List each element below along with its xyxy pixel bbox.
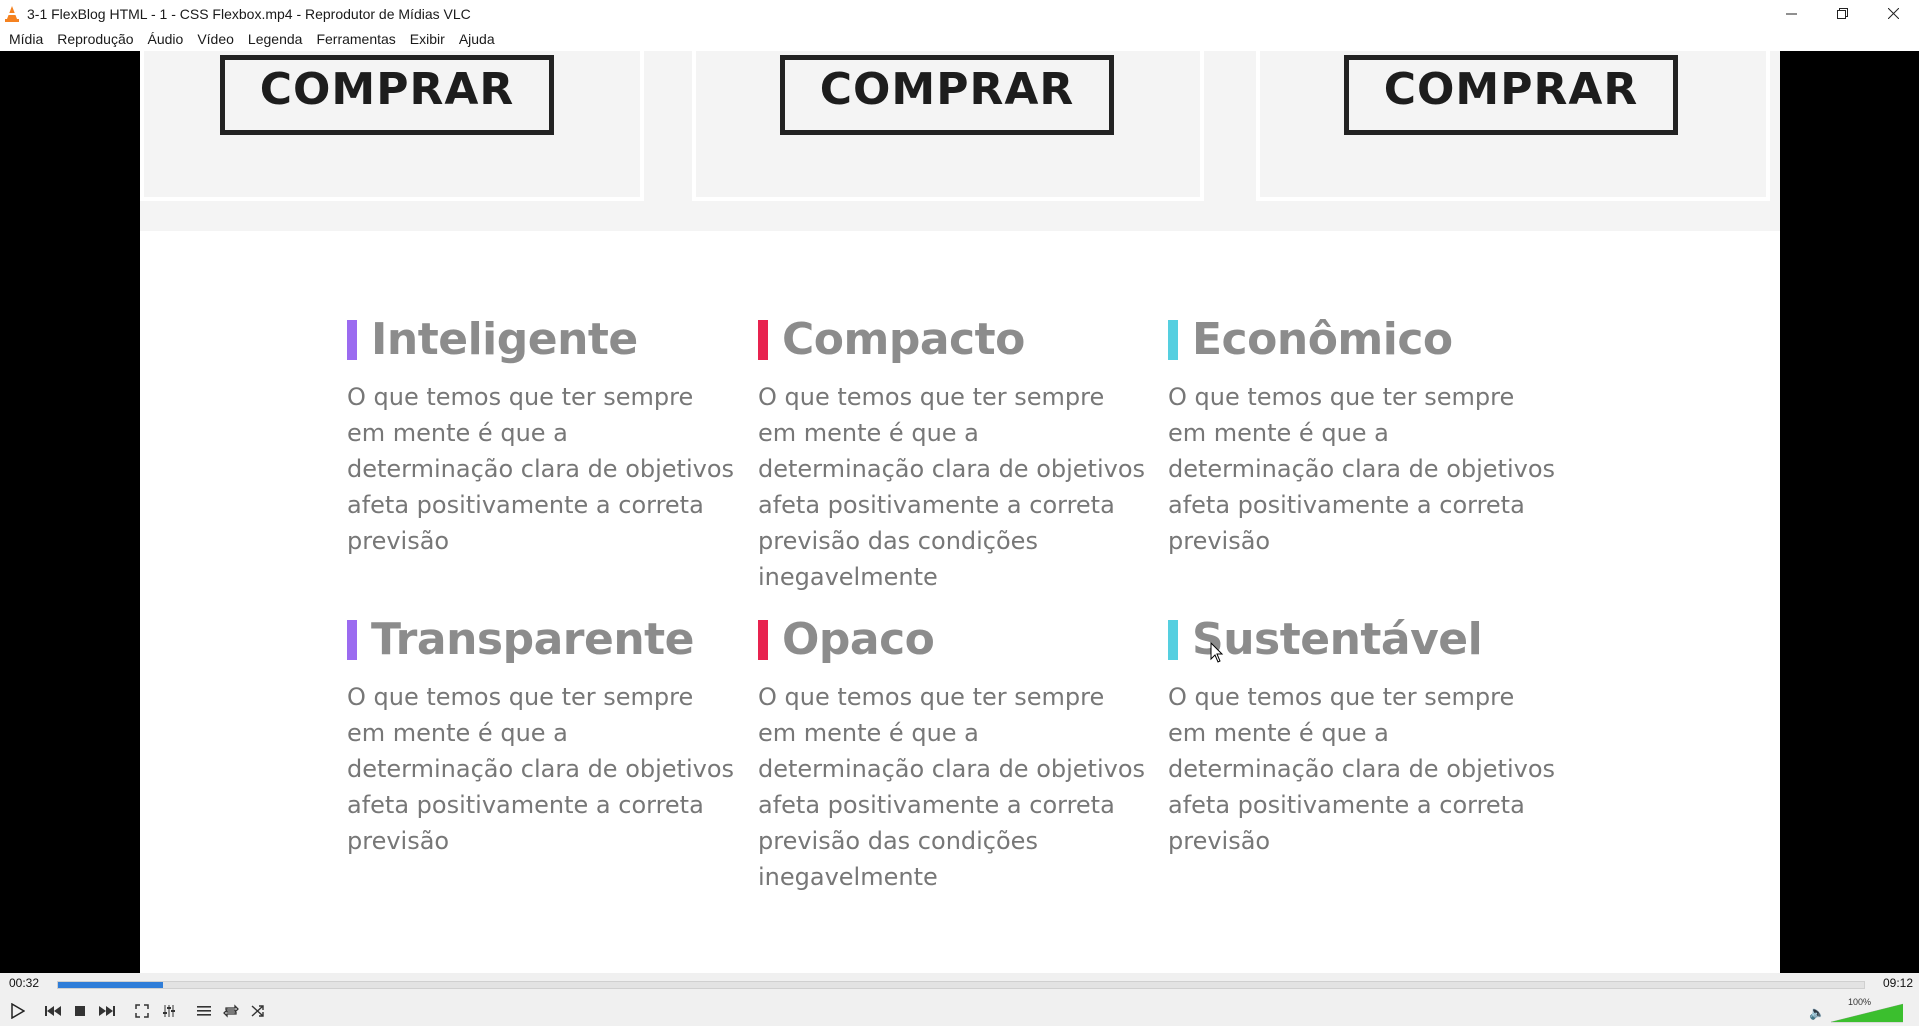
fullscreen-button[interactable]	[129, 998, 155, 1024]
play-button[interactable]	[5, 998, 31, 1024]
accent-bar	[1168, 620, 1178, 660]
loop-icon	[223, 1004, 239, 1018]
seek-progress	[58, 982, 163, 988]
feature-text: O que temos que ter sempre em mente é qu…	[1168, 683, 1556, 855]
next-button[interactable]	[94, 998, 120, 1024]
maximize-button[interactable]	[1817, 0, 1868, 27]
total-time: 09:12	[1882, 976, 1913, 990]
player-controls: 00:32 09:12 🔈 100%	[0, 973, 1919, 1026]
fullscreen-icon	[135, 1004, 149, 1018]
previous-button[interactable]	[40, 998, 66, 1024]
shuffle-icon	[251, 1005, 264, 1017]
equalizer-icon	[163, 1005, 175, 1017]
title-bar: 3-1 FlexBlog HTML - 1 - CSS Flexbox.mp4 …	[0, 0, 1919, 27]
elapsed-time: 00:32	[9, 976, 40, 990]
seek-bar[interactable]	[57, 981, 1865, 989]
menu-legenda[interactable]: Legenda	[242, 31, 309, 47]
feature-title: Opaco	[782, 614, 935, 665]
close-icon	[1888, 8, 1899, 19]
menu-bar: Mídia Reprodução Áudio Vídeo Legenda Fer…	[0, 27, 1919, 51]
feature-item: Opaco O que temos que ter sempre em ment…	[758, 615, 1148, 895]
buy-button: COMPRAR	[780, 55, 1114, 135]
stop-button[interactable]	[67, 998, 93, 1024]
feature-item: Compacto O que temos que ter sempre em m…	[758, 315, 1148, 595]
feature-item: Transparente O que temos que ter sempre …	[347, 615, 737, 859]
accent-bar	[347, 620, 357, 660]
volume-slider[interactable]	[1831, 1003, 1903, 1023]
speaker-icon: 🔈	[1809, 1005, 1826, 1020]
play-icon	[11, 1003, 25, 1019]
menu-ajuda[interactable]: Ajuda	[453, 31, 501, 47]
feature-text: O que temos que ter sempre em mente é qu…	[347, 383, 735, 555]
loop-button[interactable]	[218, 998, 244, 1024]
menu-video[interactable]: Vídeo	[191, 31, 240, 47]
video-display[interactable]: COMPRAR COMPRAR COMPRAR Inteligente O qu…	[0, 51, 1919, 973]
pricing-card: COMPRAR	[1256, 51, 1770, 201]
pricing-section: COMPRAR COMPRAR COMPRAR	[140, 51, 1780, 231]
buy-button: COMPRAR	[220, 55, 554, 135]
playlist-icon	[197, 1006, 211, 1016]
feature-item: Inteligente O que temos que ter sempre e…	[347, 315, 737, 559]
window-title: 3-1 FlexBlog HTML - 1 - CSS Flexbox.mp4 …	[27, 5, 471, 22]
menu-audio[interactable]: Áudio	[142, 31, 190, 47]
menu-exibir[interactable]: Exibir	[404, 31, 451, 47]
feature-title: Transparente	[371, 614, 695, 665]
vlc-cone-icon	[5, 5, 19, 22]
accent-bar	[347, 320, 357, 360]
accent-bar	[1168, 320, 1178, 360]
mouse-cursor-icon	[1210, 642, 1224, 663]
playlist-button[interactable]	[191, 998, 217, 1024]
previous-icon	[45, 1006, 61, 1016]
pricing-card: COMPRAR	[140, 51, 644, 201]
minimize-button[interactable]	[1766, 0, 1817, 27]
accent-bar	[758, 620, 768, 660]
restore-icon	[1837, 8, 1848, 19]
feature-text: O que temos que ter sempre em mente é qu…	[758, 683, 1146, 891]
feature-item: Econômico O que temos que ter sempre em …	[1168, 315, 1558, 559]
menu-midia[interactable]: Mídia	[3, 31, 49, 47]
extended-settings-button[interactable]	[156, 998, 182, 1024]
buy-button: COMPRAR	[1344, 55, 1678, 135]
shuffle-button[interactable]	[245, 998, 271, 1024]
feature-item: Sustentável O que temos que ter sempre e…	[1168, 615, 1558, 859]
pricing-card: COMPRAR	[692, 51, 1204, 201]
video-frame: COMPRAR COMPRAR COMPRAR Inteligente O qu…	[140, 51, 1780, 973]
minimize-icon	[1786, 13, 1797, 15]
close-button[interactable]	[1868, 0, 1919, 27]
feature-title: Sustentável	[1192, 614, 1483, 665]
accent-bar	[758, 320, 768, 360]
feature-title: Econômico	[1192, 314, 1453, 365]
feature-text: O que temos que ter sempre em mente é qu…	[347, 683, 735, 855]
feature-title: Compacto	[782, 314, 1025, 365]
feature-text: O que temos que ter sempre em mente é qu…	[1168, 383, 1556, 555]
feature-title: Inteligente	[371, 314, 638, 365]
feature-text: O que temos que ter sempre em mente é qu…	[758, 383, 1146, 591]
menu-reproducao[interactable]: Reprodução	[51, 31, 139, 47]
volume-control[interactable]: 🔈 100%	[1809, 997, 1909, 1023]
menu-ferramentas[interactable]: Ferramentas	[310, 31, 401, 47]
stop-icon	[75, 1006, 85, 1016]
next-icon	[99, 1006, 115, 1016]
